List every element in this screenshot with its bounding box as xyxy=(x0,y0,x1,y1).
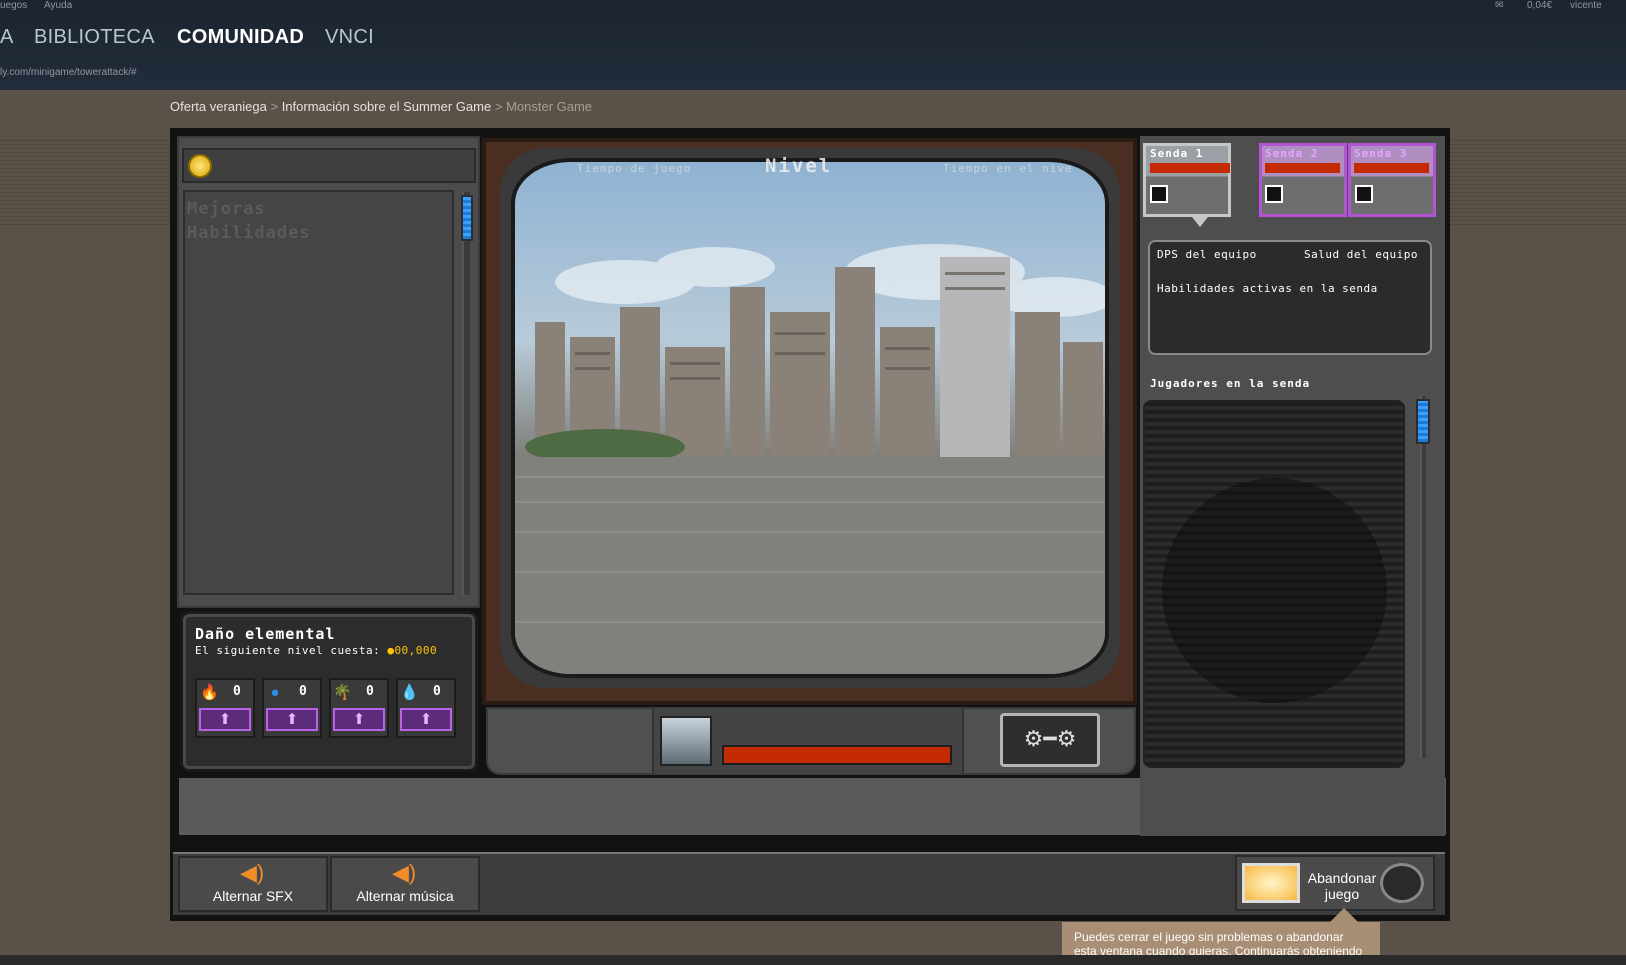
nav-library[interactable]: BIBLIOTECA xyxy=(34,26,155,49)
earth-count: 0 xyxy=(366,684,374,699)
speaker-cone xyxy=(1162,478,1387,703)
sfx-speaker-icon: ◀) xyxy=(240,860,265,885)
music-speaker-icon: ◀) xyxy=(392,860,417,885)
next-level-cost-value: 00,000 xyxy=(394,644,438,657)
selected-lane-pointer xyxy=(1192,217,1208,227)
upgrades-scroll-thumb[interactable] xyxy=(461,195,473,241)
upgrades-tabs: Mejoras Habilidades xyxy=(187,197,311,245)
level-time-label: Tiempo en el nivel xyxy=(943,162,1071,175)
gold-bar xyxy=(182,148,476,183)
clouds xyxy=(555,244,1105,317)
team-health-label: Salud del equipo xyxy=(1304,248,1418,261)
upgrade-air-button[interactable]: ⬆ xyxy=(400,708,452,731)
lane-2-health-bar xyxy=(1265,163,1340,173)
elemental-next-level-cost: El siguiente nivel cuesta: ●00,000 xyxy=(195,644,437,657)
game-screen[interactable] xyxy=(511,158,1109,678)
toggle-sfx-label: Alternar SFX xyxy=(212,888,294,904)
lane-2-label: Senda 2 xyxy=(1265,147,1319,160)
nav-user[interactable]: VNCI xyxy=(325,26,374,49)
abandon-tv-icon xyxy=(1242,863,1300,903)
players-scrollbar[interactable] xyxy=(1420,396,1426,758)
help-link[interactable]: Ayuda xyxy=(44,0,72,11)
steam-topbar: uegos Ayuda ✉ 0,04€ vicente A BIBLIOTECA… xyxy=(0,0,1626,90)
player-avatar xyxy=(660,716,712,766)
level-label: Nivel xyxy=(765,155,833,177)
tooltip-arrow xyxy=(1330,908,1358,922)
username-link[interactable]: vicente xyxy=(1570,0,1602,11)
abandon-game-label: Abandonar juego xyxy=(1307,870,1377,902)
lane-2-checkbox[interactable] xyxy=(1265,185,1283,203)
upgrade-water-button[interactable]: ⬆ xyxy=(266,708,318,731)
next-level-cost-label: El siguiente nivel cuesta: xyxy=(195,644,381,657)
nav-store[interactable]: A xyxy=(0,26,14,49)
lane-1-label: Senda 1 xyxy=(1150,147,1204,160)
gold-coin-icon xyxy=(188,154,212,178)
toggle-music-label: Alternar música xyxy=(356,888,454,904)
breadcrumb-summer-game-info[interactable]: Información sobre el Summer Game xyxy=(282,99,492,114)
upgrade-earth-button[interactable]: ⬆ xyxy=(333,708,385,731)
air-count: 0 xyxy=(433,684,441,699)
player-health-bar xyxy=(722,745,952,765)
players-scroll-thumb[interactable] xyxy=(1416,399,1430,444)
lane-1-checkbox[interactable] xyxy=(1150,185,1168,203)
page-footer xyxy=(0,955,1626,965)
tab-abilities[interactable]: Habilidades xyxy=(187,221,311,245)
city-scene xyxy=(515,244,1105,674)
elemental-damage-title: Daño elemental xyxy=(195,625,336,643)
mail-icon[interactable]: ✉ xyxy=(1495,0,1503,11)
fire-count: 0 xyxy=(233,684,241,699)
lane-3-checkbox[interactable] xyxy=(1355,185,1373,203)
lane-3-health-bar xyxy=(1354,163,1429,173)
upgrade-fire-button[interactable]: ⬆ xyxy=(199,708,251,731)
active-abilities-label: Habilidades activas en la senda xyxy=(1157,282,1378,295)
fire-icon: 🔥 xyxy=(200,684,219,701)
abandon-knob-icon xyxy=(1380,863,1424,903)
games-link[interactable]: uegos xyxy=(0,0,27,11)
earth-icon: 🌴 xyxy=(333,684,352,701)
water-count: 0 xyxy=(299,684,307,699)
page-url: ly.com/minigame/towerattack/# xyxy=(0,67,137,78)
lane-1-health-bar xyxy=(1150,163,1230,173)
wallet-balance[interactable]: 0,04€ xyxy=(1527,0,1552,11)
game-time-label: Tiempo de juego xyxy=(577,162,692,175)
water-icon: ● xyxy=(270,684,280,701)
tab-upgrades[interactable]: Mejoras xyxy=(187,197,311,221)
breadcrumb: Oferta veraniega > Información sobre el … xyxy=(170,99,593,114)
upgrades-scrollbar[interactable] xyxy=(462,192,470,595)
upgrades-list[interactable] xyxy=(183,190,454,595)
ground xyxy=(515,457,1105,674)
breadcrumb-summer-sale[interactable]: Oferta veraniega xyxy=(170,99,267,114)
nav-community[interactable]: COMUNIDAD xyxy=(177,26,304,49)
lane-players-label: Jugadores en la senda xyxy=(1150,377,1311,390)
air-icon: 💧 xyxy=(400,684,419,701)
lane-3-label: Senda 3 xyxy=(1354,147,1408,160)
breadcrumb-monster-game: Monster Game xyxy=(506,99,593,114)
steam-logo-button[interactable]: ⚙━⚙ xyxy=(1000,713,1100,767)
team-dps-label: DPS del equipo xyxy=(1157,248,1257,261)
